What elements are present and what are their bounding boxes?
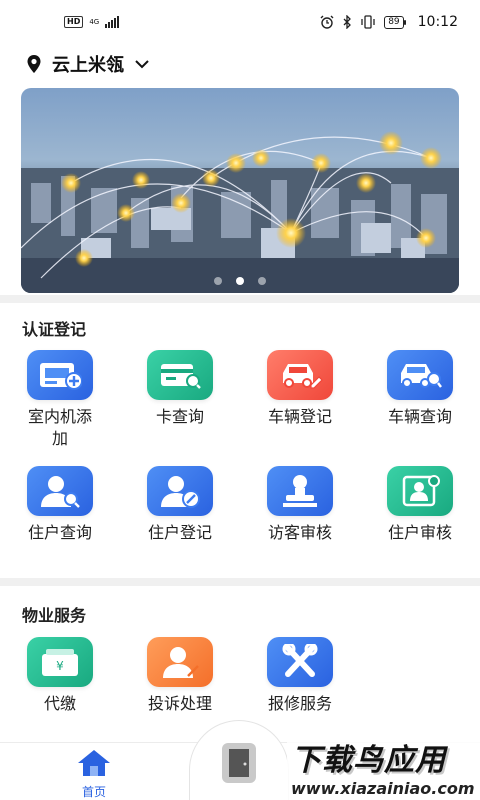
location-pin-icon bbox=[27, 55, 41, 73]
grid-item-label: 室内机添加 bbox=[27, 407, 92, 448]
grid-item-label: 住户查询 bbox=[27, 523, 92, 542]
grid-item-visitor-review[interactable]: 访客审核 bbox=[250, 466, 350, 544]
carousel-dot[interactable] bbox=[214, 277, 222, 285]
banner-carousel[interactable] bbox=[21, 88, 459, 293]
grid-item-payment[interactable]: ¥ 代缴 bbox=[10, 637, 110, 715]
grid-item-label: 卡查询 bbox=[155, 407, 204, 426]
hd-indicator: HD bbox=[64, 16, 84, 28]
indoor-unit-icon bbox=[27, 350, 93, 400]
status-bar: HD 4G 89 10:12 bbox=[0, 0, 480, 44]
card-search-icon bbox=[147, 350, 213, 400]
resident-review-icon bbox=[387, 466, 453, 516]
grid-item-resident-review[interactable]: 住户审核 bbox=[370, 466, 470, 544]
grid-item-label: 车辆查询 bbox=[387, 407, 452, 426]
grid-item-label: 车辆登记 bbox=[267, 407, 332, 426]
section-title-property-services: 物业服务 bbox=[22, 606, 87, 625]
section-title-certification: 认证登记 bbox=[22, 320, 87, 339]
grid-item-car-register[interactable]: 车辆登记 bbox=[250, 350, 350, 428]
carousel-dot[interactable] bbox=[236, 277, 244, 285]
grid-item-label: 住户审核 bbox=[387, 523, 452, 542]
watermark: 下载鸟应用 www.xiazainiao.com bbox=[287, 732, 480, 800]
watermark-url: www.xiazainiao.com bbox=[291, 778, 475, 798]
city-network-image bbox=[21, 88, 459, 293]
door-access-button[interactable] bbox=[189, 720, 289, 800]
network-type: 4G bbox=[89, 18, 100, 26]
battery-icon: 89 bbox=[384, 15, 407, 29]
grid-item-indoor-unit-add[interactable]: 室内机添加 bbox=[10, 350, 110, 450]
nav-home-label: 首页 bbox=[81, 785, 106, 799]
carousel-dot[interactable] bbox=[258, 277, 266, 285]
visitor-review-icon bbox=[267, 466, 333, 516]
section-divider bbox=[0, 295, 480, 303]
carousel-indicator bbox=[21, 277, 459, 285]
grid-item-label: 投诉处理 bbox=[147, 694, 212, 713]
repair-icon bbox=[267, 637, 333, 687]
watermark-title: 下载鸟应用 bbox=[291, 742, 446, 778]
grid-item-card-search[interactable]: 卡查询 bbox=[130, 350, 230, 428]
clock: 10:12 bbox=[417, 14, 458, 30]
grid-item-label: 住户登记 bbox=[147, 523, 212, 542]
car-search-icon bbox=[387, 350, 453, 400]
community-selector[interactable]: 云上米瓴 bbox=[26, 50, 150, 78]
door-icon bbox=[222, 743, 256, 783]
section-divider bbox=[0, 578, 480, 586]
grid-item-complaint[interactable]: 投诉处理 bbox=[130, 637, 230, 715]
resident-register-icon bbox=[147, 466, 213, 516]
svg-text:¥: ¥ bbox=[56, 659, 64, 673]
nav-home[interactable]: 首页 bbox=[64, 749, 124, 800]
payment-icon: ¥ bbox=[27, 637, 93, 687]
signal-icon bbox=[105, 16, 120, 28]
grid-item-label: 代缴 bbox=[43, 694, 76, 713]
home-icon bbox=[78, 750, 110, 776]
grid-item-resident-search[interactable]: 住户查询 bbox=[10, 466, 110, 544]
grid-item-label: 访客审核 bbox=[267, 523, 332, 542]
chevron-down-icon bbox=[135, 60, 149, 69]
grid-item-car-search[interactable]: 车辆查询 bbox=[370, 350, 470, 428]
car-register-icon bbox=[267, 350, 333, 400]
complaint-icon bbox=[147, 637, 213, 687]
resident-search-icon bbox=[27, 466, 93, 516]
grid-item-repair[interactable]: 报修服务 bbox=[250, 637, 350, 715]
community-name: 云上米瓴 bbox=[52, 55, 124, 76]
grid-item-label: 报修服务 bbox=[267, 694, 332, 713]
grid-item-resident-register[interactable]: 住户登记 bbox=[130, 466, 230, 544]
vibrate-icon bbox=[361, 15, 375, 29]
alarm-icon bbox=[320, 15, 334, 29]
bluetooth-icon bbox=[343, 15, 352, 29]
